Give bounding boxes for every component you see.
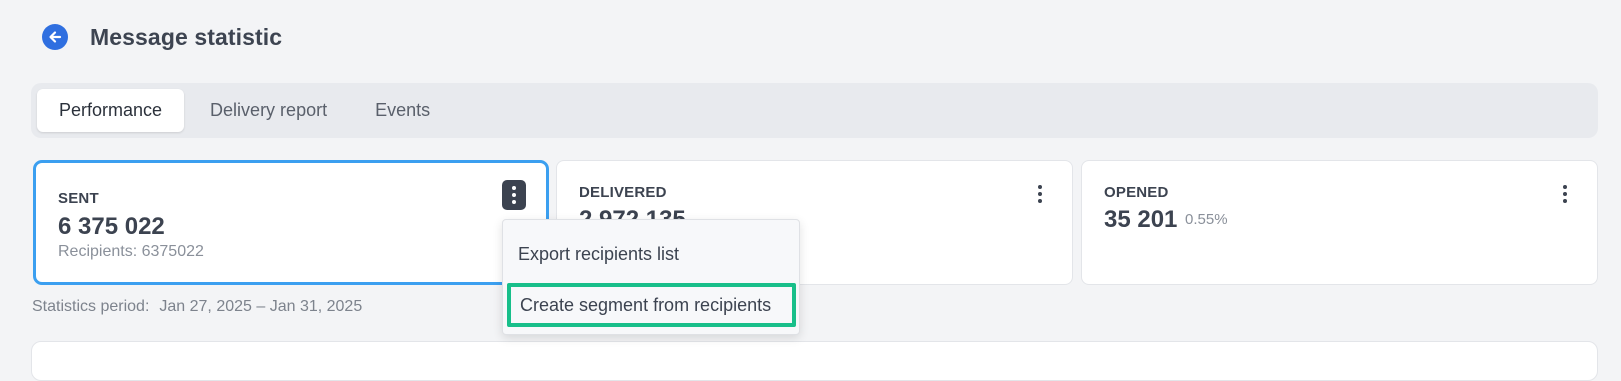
sent-recipients: Recipients: 6375022 [58, 243, 204, 260]
sent-card[interactable]: SENT 6 375 022 Recipients: 6375022 [33, 160, 549, 285]
opened-percent: 0.55% [1185, 211, 1228, 228]
menu-item-export-recipients[interactable]: Export recipients list [518, 244, 679, 265]
sent-value: 6 375 022 [58, 213, 165, 240]
arrow-left-icon [49, 31, 62, 43]
opened-more-button[interactable] [1553, 179, 1577, 209]
kebab-dot [1038, 199, 1042, 203]
opened-label: OPENED [1104, 184, 1169, 201]
statistics-period: Statistics period: Jan 27, 2025 – Jan 31… [32, 298, 362, 316]
kebab-dot [1038, 192, 1042, 196]
kebab-dot [512, 200, 516, 204]
sent-more-button[interactable] [502, 180, 526, 210]
tab-performance[interactable]: Performance [37, 89, 185, 132]
sent-label: SENT [58, 190, 99, 207]
page-header: Message statistic [42, 22, 282, 52]
tab-delivery-report[interactable]: Delivery report [188, 89, 349, 132]
back-button[interactable] [42, 24, 68, 50]
tab-events[interactable]: Events [353, 89, 452, 132]
kebab-dot [512, 186, 516, 190]
period-value: Jan 27, 2025 – Jan 31, 2025 [159, 298, 363, 315]
content-panel [31, 341, 1598, 381]
delivered-more-button[interactable] [1028, 179, 1052, 209]
kebab-dot [1563, 185, 1567, 189]
kebab-dot [512, 193, 516, 197]
period-label: Statistics period: [32, 298, 150, 315]
delivered-label: DELIVERED [579, 184, 667, 201]
menu-item-create-segment[interactable]: Create segment from recipients [507, 283, 796, 327]
opened-card[interactable]: OPENED 35 201 0.55% [1081, 160, 1598, 285]
menu-item-label: Create segment from recipients [520, 294, 772, 315]
card-context-menu: Export recipients list Create segment fr… [502, 219, 800, 335]
page-title: Message statistic [90, 23, 283, 50]
tabs-bar: Performance Delivery report Events [31, 83, 1598, 138]
opened-value: 35 201 [1104, 206, 1178, 233]
kebab-dot [1563, 199, 1567, 203]
kebab-dot [1038, 185, 1042, 189]
kebab-dot [1563, 192, 1567, 196]
